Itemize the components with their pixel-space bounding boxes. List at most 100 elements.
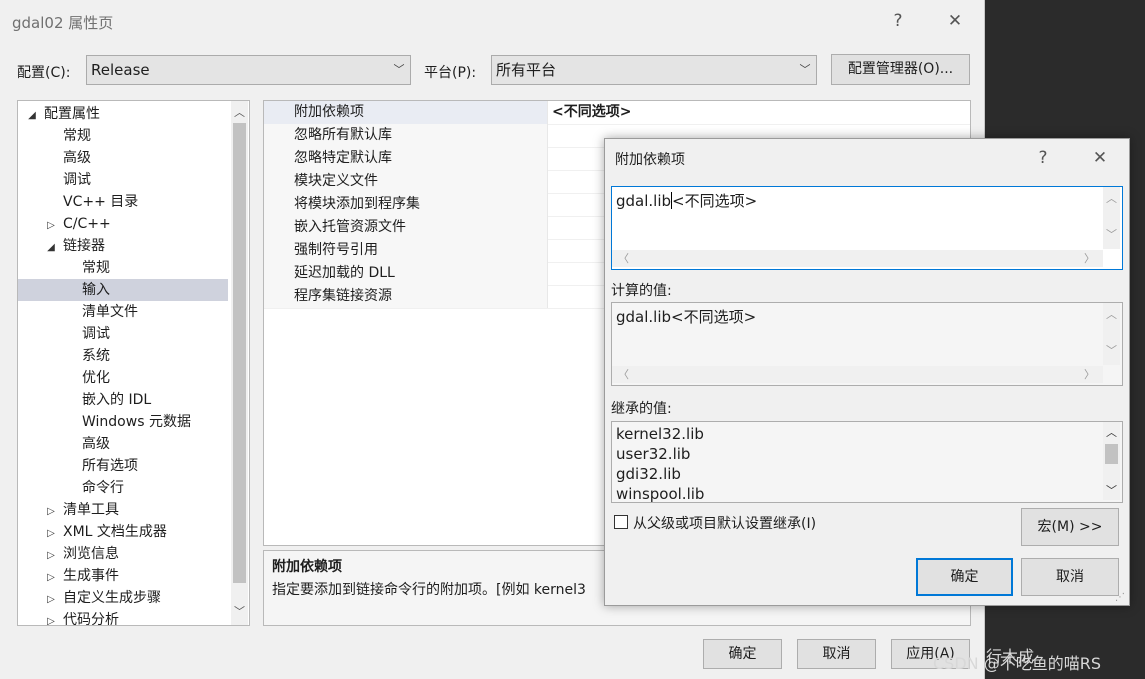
tree-item-label: 所有选项: [82, 458, 138, 474]
property-row[interactable]: 附加依赖项 <不同选项>: [264, 101, 970, 125]
property-name: 将模块添加到程序集: [264, 193, 548, 216]
inherited-vscroll[interactable]: ︿ ﹀: [1103, 422, 1120, 500]
tree-item-label: 自定义生成步骤: [63, 590, 161, 606]
computed-label: 计算的值:: [611, 283, 672, 299]
tree-item[interactable]: 常规: [18, 257, 228, 279]
popup-close-icon[interactable]: ✕: [1088, 146, 1112, 170]
tree-item[interactable]: ▷ 自定义生成步骤: [18, 587, 228, 609]
property-name: 模块定义文件: [264, 170, 548, 193]
tree-item[interactable]: 调试: [18, 323, 228, 345]
config-select[interactable]: Release ﹀: [86, 55, 411, 85]
tree-item[interactable]: 输入: [18, 279, 228, 301]
tree-item-label: 输入: [82, 282, 110, 298]
tree-item-label: C/C++: [63, 216, 111, 232]
tree-item[interactable]: 调试: [18, 169, 228, 191]
tree-item[interactable]: 高级: [18, 147, 228, 169]
tree-item[interactable]: 命令行: [18, 477, 228, 499]
tree-item[interactable]: ▷ 代码分析: [18, 609, 228, 626]
property-value[interactable]: <不同选项>: [552, 101, 631, 124]
tree-item-label: 常规: [63, 128, 91, 144]
tree-item-label: 链接器: [63, 238, 105, 254]
tree-item[interactable]: ▷ 浏览信息: [18, 543, 228, 565]
collapsed-arrow-icon[interactable]: ▷: [45, 567, 57, 589]
scroll-up-icon[interactable]: ︿: [231, 104, 248, 121]
tree-item-label: 生成事件: [63, 568, 119, 584]
tree-item-label: 调试: [82, 326, 110, 342]
inherit-checkbox[interactable]: [614, 515, 628, 529]
tree-item[interactable]: 常规: [18, 125, 228, 147]
input-text-before: gdal.lib: [616, 192, 672, 210]
additional-dependencies-dialog: 附加依赖项 ? ✕ gdal.lib<不同选项> ︿ ﹀ 〈〉 计算的值: gda…: [604, 138, 1130, 606]
inherited-item: user32.lib: [616, 445, 691, 463]
collapsed-arrow-icon[interactable]: ▷: [45, 501, 57, 523]
tree-item[interactable]: 嵌入的 IDL: [18, 389, 228, 411]
tree-item-label: 嵌入的 IDL: [82, 392, 152, 408]
collapsed-arrow-icon[interactable]: ▷: [45, 589, 57, 611]
scroll-down-icon[interactable]: ﹀: [231, 603, 248, 620]
platform-select[interactable]: 所有平台 ﹀: [491, 55, 817, 85]
inherited-scroll-thumb[interactable]: [1105, 444, 1118, 464]
cancel-button[interactable]: 取消: [797, 639, 876, 669]
property-name: 嵌入托管资源文件: [264, 216, 548, 239]
tree-item[interactable]: 系统: [18, 345, 228, 367]
watermark: CSDN @不吃鱼的喵RS: [933, 654, 1101, 673]
tree-item[interactable]: ▷ 生成事件: [18, 565, 228, 587]
help-button[interactable]: ?: [886, 9, 910, 33]
popup-ok-button[interactable]: 确定: [916, 558, 1013, 596]
dependencies-input[interactable]: gdal.lib<不同选项> ︿ ﹀ 〈〉: [611, 186, 1123, 270]
close-icon[interactable]: ✕: [943, 9, 967, 33]
input-text-after: <不同选项>: [672, 192, 758, 210]
popup-cancel-button[interactable]: 取消: [1021, 558, 1119, 596]
config-tree[interactable]: ◢ 配置属性 常规 高级 调试 VC++ 目录 ▷ C/C++ ◢ 链接器 常规 输入 清单文件 调试 系统…: [17, 100, 250, 626]
input-vscroll[interactable]: ︿ ﹀: [1103, 187, 1120, 249]
collapsed-arrow-icon[interactable]: ▷: [45, 545, 57, 567]
inherit-checkbox-label[interactable]: 从父级或项目默认设置继承(I): [633, 513, 816, 533]
chevron-down-icon: ﹀: [393, 63, 405, 76]
expanded-arrow-icon[interactable]: ◢: [45, 237, 57, 259]
inherited-item: gdi32.lib: [616, 465, 681, 483]
computed-hscroll[interactable]: 〈〉: [612, 366, 1103, 383]
tree-item[interactable]: ▷ XML 文档生成器: [18, 521, 228, 543]
expanded-arrow-icon[interactable]: ◢: [26, 105, 38, 127]
popup-help-button[interactable]: ?: [1031, 146, 1055, 170]
property-name: 忽略所有默认库: [264, 124, 548, 147]
tree-item[interactable]: ◢ 配置属性: [18, 103, 228, 125]
tree-item[interactable]: ▷ 清单工具: [18, 499, 228, 521]
tree-item-label: 命令行: [82, 480, 124, 496]
tree-item-label: 系统: [82, 348, 110, 364]
collapsed-arrow-icon[interactable]: ▷: [45, 215, 57, 237]
property-name: 忽略特定默认库: [264, 147, 548, 170]
tree-item-label: 优化: [82, 370, 110, 386]
tree-item[interactable]: 清单文件: [18, 301, 228, 323]
tree-item[interactable]: VC++ 目录: [18, 191, 228, 213]
tree-item[interactable]: ▷ C/C++: [18, 213, 228, 235]
tree-scrollbar[interactable]: ︿ ﹀: [231, 101, 248, 625]
collapsed-arrow-icon[interactable]: ▷: [45, 523, 57, 545]
platform-label: 平台(P):: [424, 65, 477, 81]
scroll-thumb[interactable]: [233, 123, 246, 583]
tree-item[interactable]: ◢ 链接器: [18, 235, 228, 257]
tree-item[interactable]: 优化: [18, 367, 228, 389]
chevron-down-icon: ﹀: [799, 63, 811, 76]
inherited-values-box: kernel32.lib user32.lib gdi32.lib winspool.…: [611, 421, 1123, 503]
popup-title: 附加依赖项: [615, 152, 685, 168]
computed-vscroll[interactable]: ︿ ﹀: [1103, 303, 1120, 365]
collapsed-arrow-icon[interactable]: ▷: [45, 611, 57, 625]
tree-item-label: 配置属性: [44, 106, 100, 122]
input-hscroll[interactable]: 〈〉: [612, 250, 1103, 267]
tree-item-label: 清单文件: [82, 304, 138, 320]
tree-item[interactable]: 所有选项: [18, 455, 228, 477]
platform-select-value: 所有平台: [496, 61, 557, 79]
tree-item-label: VC++ 目录: [63, 194, 139, 210]
macro-button[interactable]: 宏(M) >>: [1021, 508, 1119, 546]
tree-item[interactable]: 高级: [18, 433, 228, 455]
computed-values-box: gdal.lib<不同选项> ︿ ﹀ 〈〉: [611, 302, 1123, 386]
tree-item-label: 常规: [82, 260, 110, 276]
ok-button[interactable]: 确定: [703, 639, 782, 669]
tree-item-label: 高级: [63, 150, 91, 166]
resize-grip[interactable]: ⋰: [1115, 592, 1125, 603]
tree-item[interactable]: Windows 元数据: [18, 411, 228, 433]
tree-item-label: 代码分析: [63, 612, 119, 626]
property-name: 程序集链接资源: [264, 285, 548, 308]
config-manager-button[interactable]: 配置管理器(O)...: [831, 54, 970, 85]
